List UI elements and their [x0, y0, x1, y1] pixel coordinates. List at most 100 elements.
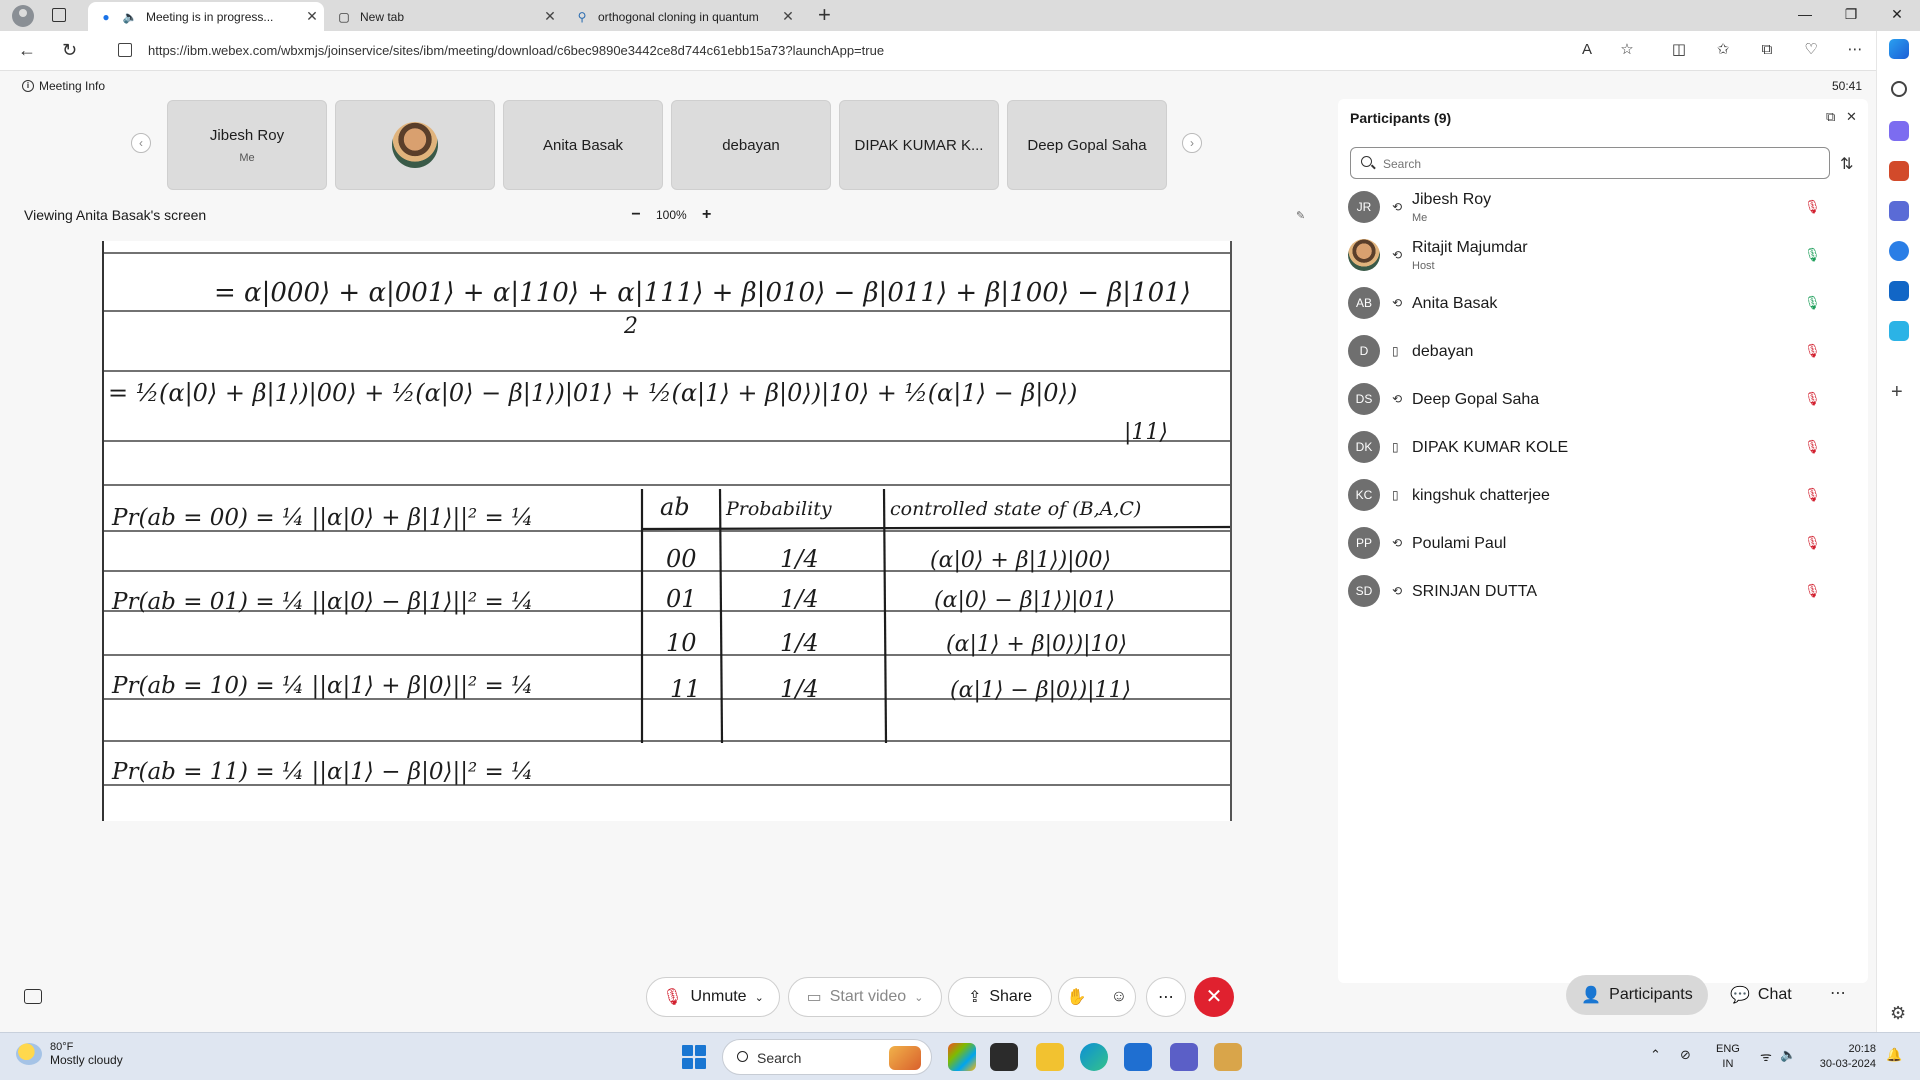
language-indicator[interactable]: ENG IN	[1716, 1042, 1740, 1072]
participants-button[interactable]: 👤 Participants	[1566, 975, 1708, 1015]
wifi-icon[interactable]: ᯤ	[1760, 1047, 1772, 1065]
outlook-icon[interactable]	[1889, 281, 1909, 301]
address-bar[interactable]: https://ibm.webex.com/wbxmjs/joinservice…	[104, 35, 1644, 67]
thumbnail-dipak[interactable]: DIPAK KUMAR K...	[839, 100, 999, 190]
chevron-up-icon[interactable]: ⌃	[1650, 1047, 1661, 1063]
speaker-icon[interactable]: 🔈	[122, 9, 138, 25]
tab-actions-icon[interactable]	[52, 8, 66, 22]
participant-row[interactable]: DS ⟲ Deep Gopal Saha 🎙	[1348, 379, 1838, 419]
close-panel-icon[interactable]: ✕	[1846, 109, 1857, 125]
mic-muted-icon[interactable]: 🎙	[1804, 487, 1821, 503]
participant-search[interactable]	[1350, 147, 1830, 179]
tools-icon[interactable]	[1889, 161, 1909, 181]
popout-icon[interactable]: ⧉	[1826, 109, 1835, 125]
mic-muted-icon[interactable]: 🎙	[1804, 343, 1821, 359]
annotate-icon[interactable]: ✎	[1296, 209, 1305, 222]
zoom-out-button[interactable]: −	[630, 206, 642, 224]
reactions-icon[interactable]: ☺	[1111, 988, 1127, 1006]
thumbnail-jibesh-roy[interactable]: Jibesh Roy Me	[167, 100, 327, 190]
search-icon[interactable]	[1891, 81, 1907, 97]
captions-icon[interactable]	[24, 989, 42, 1004]
profile-icon[interactable]	[12, 5, 34, 27]
close-tab-icon[interactable]: ✕	[538, 8, 562, 25]
store-icon[interactable]	[1124, 1043, 1152, 1071]
participant-row[interactable]: KC ▯ kingshuk chatterjee 🎙	[1348, 475, 1838, 515]
tab-search[interactable]: ⚲ orthogonal cloning in quantum ✕	[564, 2, 800, 31]
search-input[interactable]	[1383, 154, 1813, 174]
favorite-star-icon[interactable]: ☆	[1618, 41, 1636, 59]
start-button[interactable]	[682, 1045, 706, 1069]
thumbnail-debayan[interactable]: debayan	[671, 100, 831, 190]
mic-muted-icon[interactable]: 🎙	[1804, 535, 1821, 551]
mic-muted-icon[interactable]: 🎙	[1804, 391, 1821, 407]
close-window-icon[interactable]: ✕	[1874, 6, 1920, 23]
more-menu-icon[interactable]: ⋯	[1846, 41, 1864, 59]
thumbnail-deep-gopal[interactable]: Deep Gopal Saha	[1007, 100, 1167, 190]
volume-icon[interactable]: 🔈	[1780, 1047, 1796, 1063]
start-video-button[interactable]: ▭ Start video ⌄	[788, 977, 942, 1017]
unmute-button[interactable]: 🎙 Unmute ⌄	[646, 977, 780, 1017]
leave-meeting-button[interactable]: ✕	[1194, 977, 1234, 1017]
reload-icon[interactable]: ↻	[62, 40, 77, 61]
file-explorer-icon[interactable]	[1036, 1043, 1064, 1071]
strip-next-icon[interactable]: ›	[1182, 133, 1202, 153]
tab-new[interactable]: ▢ New tab ✕	[326, 2, 562, 31]
read-aloud-icon[interactable]: A	[1578, 41, 1596, 59]
mic-muted-icon[interactable]: 🎙	[1804, 199, 1821, 215]
raise-hand-icon[interactable]: ✋	[1067, 987, 1087, 1007]
meeting-info-button[interactable]: i Meeting Info	[22, 79, 105, 93]
mic-on-icon[interactable]: 🎙	[1804, 295, 1821, 311]
taskbar-search[interactable]: Search	[722, 1039, 932, 1075]
site-info-icon[interactable]	[118, 43, 132, 57]
sort-icon[interactable]: ⇅	[1840, 154, 1853, 174]
weather-widget[interactable]: 80°F Mostly cloudy	[16, 1041, 123, 1067]
new-tab-button[interactable]: +	[818, 4, 831, 26]
more-panels-icon[interactable]: ⋯	[1830, 983, 1846, 1003]
network-off-icon[interactable]: ⊘	[1680, 1047, 1691, 1063]
games-icon[interactable]	[1889, 201, 1909, 221]
participant-row[interactable]: JR ⟲ Jibesh Roy Me 🎙	[1348, 187, 1838, 227]
add-sidebar-icon[interactable]: +	[1891, 381, 1903, 404]
chevron-down-icon[interactable]: ⌄	[914, 991, 923, 1004]
app-icon[interactable]	[1214, 1043, 1242, 1071]
mic-muted-icon[interactable]: 🎙	[1804, 583, 1821, 599]
notification-icon[interactable]: 🔔	[1886, 1047, 1902, 1063]
browser-essentials-icon[interactable]: ♡	[1802, 41, 1820, 59]
back-icon[interactable]: ←	[18, 40, 36, 61]
restore-icon[interactable]: ❐	[1828, 6, 1874, 23]
chevron-down-icon[interactable]: ⌄	[755, 991, 764, 1004]
split-screen-icon[interactable]: ◫	[1670, 41, 1688, 59]
favorites-icon[interactable]: ✩	[1714, 41, 1732, 59]
more-options-button[interactable]: ⋯	[1146, 977, 1186, 1017]
chat-button[interactable]: 💬 Chat	[1730, 975, 1792, 1015]
copilot-app-icon[interactable]	[948, 1043, 976, 1071]
copilot-icon[interactable]	[1889, 39, 1909, 59]
participant-row[interactable]: ⟲ Ritajit Majumdar Host 🎙	[1348, 235, 1838, 275]
participant-row[interactable]: PP ⟲ Poulami Paul 🎙	[1348, 523, 1838, 563]
mic-on-icon[interactable]: 🎙	[1804, 247, 1821, 263]
collections-icon[interactable]: ⧉	[1758, 41, 1776, 59]
close-tab-icon[interactable]: ✕	[300, 8, 324, 25]
share-button[interactable]: ⇪ Share	[948, 977, 1052, 1017]
thumbnail-anita-basak[interactable]: Anita Basak	[503, 100, 663, 190]
participant-row[interactable]: D ▯ debayan 🎙	[1348, 331, 1838, 371]
tab-meeting[interactable]: ● 🔈 Meeting is in progress... ✕	[88, 2, 324, 31]
clock[interactable]: 20:18 30-03-2024	[1812, 1042, 1876, 1072]
edge-icon[interactable]	[1080, 1043, 1108, 1071]
microsoft365-icon[interactable]	[1889, 241, 1909, 261]
minimize-icon[interactable]: —	[1782, 6, 1828, 22]
close-tab-icon[interactable]: ✕	[776, 8, 800, 25]
drop-icon[interactable]	[1889, 321, 1909, 341]
shared-screen[interactable]: = α|000⟩ + α|001⟩ + α|110⟩ + α|111⟩ + β|…	[102, 241, 1232, 821]
thumbnail-ritajit[interactable]	[335, 100, 495, 190]
participant-row[interactable]: SD ⟲ SRINJAN DUTTA 🎙	[1348, 571, 1838, 611]
teams-icon[interactable]	[1170, 1043, 1198, 1071]
sidebar-settings-icon[interactable]: ⚙	[1890, 1003, 1906, 1024]
mic-muted-icon[interactable]: 🎙	[1804, 439, 1821, 455]
shopping-icon[interactable]	[1889, 121, 1909, 141]
participant-row[interactable]: DK ▯ DIPAK KUMAR KOLE 🎙	[1348, 427, 1838, 467]
zoom-in-button[interactable]: +	[701, 206, 713, 224]
strip-prev-icon[interactable]: ‹	[131, 133, 151, 153]
participant-row[interactable]: AB ⟲ Anita Basak 🎙	[1348, 283, 1838, 323]
task-view-icon[interactable]	[990, 1043, 1018, 1071]
